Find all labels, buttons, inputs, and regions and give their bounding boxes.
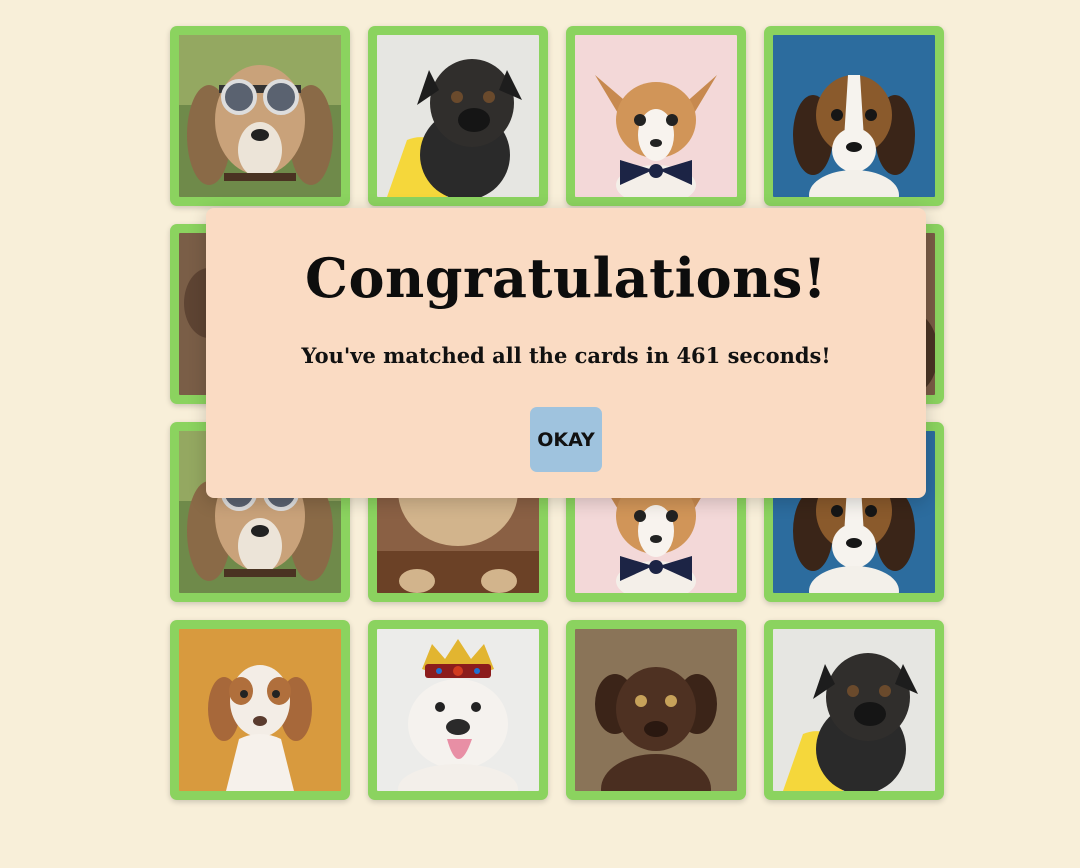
card-hound-orange[interactable] bbox=[170, 620, 350, 800]
congratulations-modal: Congratulations! You've matched all the … bbox=[206, 208, 926, 498]
beagle-goggles-image bbox=[179, 35, 341, 197]
chocolate-lab-image bbox=[575, 629, 737, 791]
dog-photo bbox=[575, 35, 737, 197]
dog-photo bbox=[773, 35, 935, 197]
bulldog-crown-image bbox=[377, 629, 539, 791]
beagle-puppy-image bbox=[773, 35, 935, 197]
card-chihuahua-bowtie[interactable] bbox=[566, 26, 746, 206]
dog-photo bbox=[179, 35, 341, 197]
dog-photo bbox=[575, 629, 737, 791]
dog-photo bbox=[179, 629, 341, 791]
card-beagle-goggles[interactable] bbox=[170, 26, 350, 206]
modal-title: Congratulations! bbox=[304, 246, 827, 310]
okay-button[interactable]: OKAY bbox=[530, 407, 602, 472]
dog-photo bbox=[773, 629, 935, 791]
dog-photo bbox=[377, 629, 539, 791]
card-beagle-puppy[interactable] bbox=[764, 26, 944, 206]
card-black-pug-2[interactable] bbox=[764, 620, 944, 800]
black-pug-image bbox=[377, 35, 539, 197]
black-pug-image bbox=[773, 629, 935, 791]
chihuahua-bowtie-image bbox=[575, 35, 737, 197]
card-chocolate-lab[interactable] bbox=[566, 620, 746, 800]
dog-photo bbox=[377, 35, 539, 197]
card-black-pug[interactable] bbox=[368, 26, 548, 206]
card-bulldog-crown[interactable] bbox=[368, 620, 548, 800]
modal-message: You've matched all the cards in 461 seco… bbox=[301, 343, 831, 368]
hound-orange-image bbox=[179, 629, 341, 791]
